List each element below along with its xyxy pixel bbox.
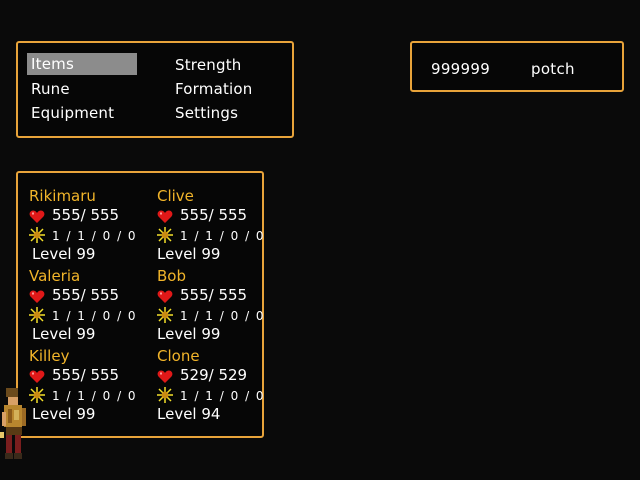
level-value: Level 99 <box>157 245 221 263</box>
sun-rune-icon <box>29 387 45 403</box>
rune-slots: 1 / 1 / 0 / 0 <box>180 229 266 243</box>
party-member-rikimaru[interactable]: Rikimaru 555/ 555 1 / 1 / 0 / 0 Level 99 <box>29 187 147 265</box>
party-member-clone[interactable]: Clone 529/ 529 1 / 1 / 0 / 0 Level 94 <box>157 347 275 425</box>
level-value: Level 99 <box>32 245 96 263</box>
member-name: Clone <box>157 347 200 365</box>
hp-value: 555/ 555 <box>180 286 248 304</box>
sun-rune-icon <box>157 307 173 323</box>
sun-rune-icon <box>157 227 173 243</box>
money-currency: potch <box>531 60 575 78</box>
hp-value: 555/ 555 <box>52 366 120 384</box>
party-member-clive[interactable]: Clive 555/ 555 1 / 1 / 0 / 0 Level 99 <box>157 187 275 265</box>
rune-slots: 1 / 1 / 0 / 0 <box>52 389 138 403</box>
heart-icon <box>29 370 45 383</box>
heart-icon <box>157 210 173 223</box>
character-sprite <box>0 388 26 459</box>
menu-item-settings[interactable]: Settings <box>171 102 281 124</box>
menu-item-formation[interactable]: Formation <box>171 78 281 100</box>
level-value: Level 99 <box>32 325 96 343</box>
menu-item-equipment[interactable]: Equipment <box>27 102 137 124</box>
heart-icon <box>157 370 173 383</box>
heart-icon <box>29 210 45 223</box>
heart-icon <box>29 290 45 303</box>
member-name: Clive <box>157 187 194 205</box>
rune-slots: 1 / 1 / 0 / 0 <box>180 309 266 323</box>
level-value: Level 99 <box>32 405 96 423</box>
sun-rune-icon <box>29 227 45 243</box>
rune-slots: 1 / 1 / 0 / 0 <box>52 229 138 243</box>
sun-rune-icon <box>157 387 173 403</box>
hp-value: 529/ 529 <box>180 366 248 384</box>
hp-value: 555/ 555 <box>52 286 120 304</box>
party-member-valeria[interactable]: Valeria 555/ 555 1 / 1 / 0 / 0 Level 99 <box>29 267 147 345</box>
level-value: Level 99 <box>157 325 221 343</box>
money-amount: 999999 <box>431 60 491 78</box>
command-menu: Items Rune Equipment Strength Formation … <box>16 41 294 138</box>
sun-rune-icon <box>29 307 45 323</box>
member-name: Killey <box>29 347 70 365</box>
party-status-window: Rikimaru 555/ 555 1 / 1 / 0 / 0 Level 99… <box>16 171 264 438</box>
menu-item-rune[interactable]: Rune <box>27 78 137 100</box>
rune-slots: 1 / 1 / 0 / 0 <box>52 309 138 323</box>
menu-item-strength[interactable]: Strength <box>171 54 281 76</box>
hp-value: 555/ 555 <box>180 206 248 224</box>
rune-slots: 1 / 1 / 0 / 0 <box>180 389 266 403</box>
hp-value: 555/ 555 <box>52 206 120 224</box>
heart-icon <box>157 290 173 303</box>
member-name: Bob <box>157 267 186 285</box>
level-value: Level 94 <box>157 405 221 423</box>
money-window: 999999 potch <box>410 41 624 92</box>
member-name: Valeria <box>29 267 81 285</box>
member-name: Rikimaru <box>29 187 96 205</box>
party-member-bob[interactable]: Bob 555/ 555 1 / 1 / 0 / 0 Level 99 <box>157 267 275 345</box>
menu-item-items[interactable]: Items <box>27 53 137 75</box>
party-member-killey[interactable]: Killey 555/ 555 1 / 1 / 0 / 0 Level 99 <box>29 347 147 425</box>
